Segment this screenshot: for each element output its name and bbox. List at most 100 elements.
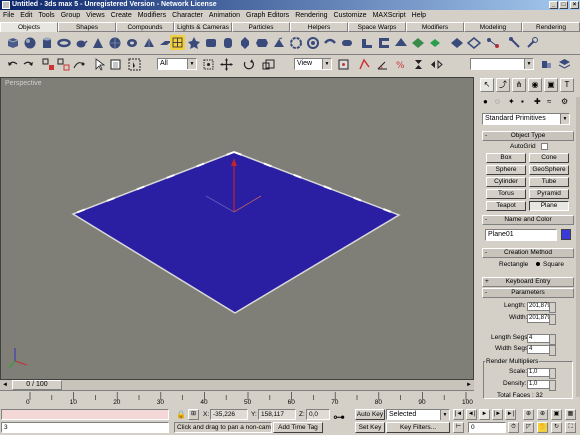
field-of-view-icon[interactable]: ◸ <box>523 422 534 433</box>
current-frame-field[interactable]: 0 <box>468 422 506 433</box>
geosphere-button[interactable]: GeoSphere <box>529 165 569 175</box>
undo-icon[interactable] <box>6 58 19 71</box>
absolute-mode-icon[interactable]: ⊞ <box>188 409 199 420</box>
density-spinner[interactable]: 1,0 <box>527 380 556 391</box>
time-slider-thumb[interactable]: 0 / 100 <box>12 380 62 390</box>
display-tab-icon[interactable]: ▣ <box>544 78 558 92</box>
cameras-icon[interactable]: ▪ <box>521 97 524 106</box>
time-slider[interactable]: ◄ 0 / 100 ► <box>0 380 474 390</box>
tab-lights-cameras[interactable]: Lights & Cameras <box>174 22 232 32</box>
select-scale-icon[interactable] <box>262 58 275 71</box>
teapot-icon[interactable] <box>74 36 88 50</box>
box-icon[interactable] <box>6 36 20 50</box>
scale-spinner[interactable]: 1,0 <box>527 368 556 379</box>
window-crossing-icon[interactable] <box>202 58 215 71</box>
menu-character[interactable]: Character <box>169 10 206 22</box>
space-warps-icon[interactable]: ≈ <box>547 97 551 106</box>
key-filters-button[interactable]: Key Filters... <box>386 422 450 433</box>
selection-filter-dropdown[interactable]: All ▼ <box>157 58 197 70</box>
grid-icon[interactable] <box>170 35 185 50</box>
chamfer-box-icon[interactable] <box>204 36 218 50</box>
menu-help[interactable]: Help <box>409 10 429 22</box>
square-radio-label[interactable]: Square <box>543 261 564 268</box>
menu-file[interactable]: File <box>0 10 17 22</box>
menu-views[interactable]: Views <box>83 10 108 22</box>
hierarchy-tab-icon[interactable]: ⋔ <box>512 78 526 92</box>
sphere-button[interactable]: Sphere <box>486 165 526 175</box>
layer-manager-icon[interactable] <box>558 58 571 71</box>
c-ext-icon[interactable] <box>377 36 391 50</box>
name-color-rollout-header[interactable]: - Name and Color <box>482 215 574 225</box>
l-ext-icon[interactable] <box>360 36 374 50</box>
pyramid-icon[interactable] <box>142 36 156 50</box>
select-by-name-icon[interactable] <box>109 58 122 71</box>
square-radio-selected[interactable] <box>536 262 540 266</box>
object-type-rollout-header[interactable]: - Object Type <box>482 131 574 141</box>
key-mode-toggle-icon[interactable]: ⊢ <box>453 422 464 433</box>
width-spinner[interactable]: 201,879 <box>527 314 556 325</box>
modify-tab-icon[interactable]: ⤴ <box>496 78 510 92</box>
select-link-icon[interactable] <box>42 58 55 71</box>
next-key-icon[interactable]: |► <box>492 409 503 420</box>
maximize-viewport-icon[interactable]: ⛶ <box>565 422 576 433</box>
maximize-button[interactable]: □ <box>559 1 568 9</box>
menu-rendering[interactable]: Rendering <box>292 10 330 22</box>
y-coord-field[interactable]: 158,117 <box>258 409 296 420</box>
cone-button[interactable]: Cone <box>529 153 569 163</box>
menu-modifiers[interactable]: Modifiers <box>135 10 169 22</box>
keyboard-entry-rollout-header[interactable]: + Keyboard Entry <box>482 277 574 287</box>
menu-group[interactable]: Group <box>58 10 83 22</box>
gengon-icon[interactable] <box>255 36 269 50</box>
reference-coord-dropdown[interactable]: View ▼ <box>294 58 332 70</box>
menu-maxscript[interactable]: MAXScript <box>370 10 409 22</box>
angle-snap-icon[interactable] <box>376 58 389 71</box>
align-icon[interactable] <box>540 58 553 71</box>
named-selection-sets-dropdown[interactable]: ▼ <box>470 58 534 70</box>
length-spinner[interactable]: 201,879 <box>527 302 556 313</box>
diamond-icon[interactable] <box>450 36 464 50</box>
pan-hand-icon[interactable]: ✋ <box>537 422 548 433</box>
parameters-rollout-header[interactable]: - Parameters <box>482 288 574 298</box>
unlink-icon[interactable] <box>57 58 70 71</box>
maxscript-listener-pink[interactable] <box>1 409 169 420</box>
box-button[interactable]: Box <box>486 153 526 163</box>
cylinder-button[interactable]: Cylinder <box>486 177 526 187</box>
teapot-button[interactable]: Teapot <box>486 201 526 211</box>
tab-space-warps[interactable]: Space Warps <box>348 22 406 32</box>
add-time-tag-button[interactable]: Add Time Tag <box>273 422 323 433</box>
select-move-icon[interactable] <box>220 58 233 71</box>
prev-frame-icon[interactable]: ◄ <box>0 380 10 390</box>
hedra-icon[interactable] <box>187 36 201 50</box>
utilities-tab-icon[interactable]: T <box>560 78 574 92</box>
object-name-input[interactable]: Plane01 <box>485 229 557 241</box>
tab-shapes[interactable]: Shapes <box>58 22 116 32</box>
creation-method-rollout-header[interactable]: - Creation Method <box>482 248 574 258</box>
menu-create[interactable]: Create <box>108 10 135 22</box>
play-icon[interactable]: ► <box>479 409 490 420</box>
geometry-icon[interactable]: ● <box>483 97 488 106</box>
motion-tab-icon[interactable]: ◉ <box>528 78 542 92</box>
prism-icon[interactable] <box>272 36 286 50</box>
auto-key-button[interactable]: Auto Key <box>355 409 385 420</box>
menu-graph-editors[interactable]: Graph Editors <box>243 10 292 22</box>
perspective-viewport[interactable]: Perspective <box>0 77 474 380</box>
arc-rotate-icon[interactable]: ↻ <box>551 422 562 433</box>
z-coord-field[interactable]: 0,0 <box>306 409 330 420</box>
cone-icon[interactable] <box>91 36 105 50</box>
tab-objects[interactable]: Objects <box>0 22 58 32</box>
rectangle-radio-label[interactable]: Rectangle <box>499 261 528 268</box>
wrench-icon[interactable] <box>525 36 539 50</box>
menu-tools[interactable]: Tools <box>35 10 57 22</box>
green-grid-icon[interactable] <box>411 36 425 50</box>
tube-button[interactable]: Tube <box>529 177 569 187</box>
tetra-icon[interactable] <box>394 36 408 50</box>
tube-icon[interactable] <box>125 36 139 50</box>
rect-selection-region-icon[interactable] <box>128 58 141 71</box>
oil-tank-icon[interactable] <box>221 36 235 50</box>
tab-modeling[interactable]: Modeling <box>464 22 522 32</box>
green-diamond-icon[interactable] <box>428 36 442 50</box>
object-color-swatch[interactable] <box>561 229 571 240</box>
autogrid-checkbox[interactable] <box>541 143 548 150</box>
ring-wave-icon[interactable] <box>306 36 320 50</box>
command-panel-scrollbar[interactable] <box>576 97 580 397</box>
